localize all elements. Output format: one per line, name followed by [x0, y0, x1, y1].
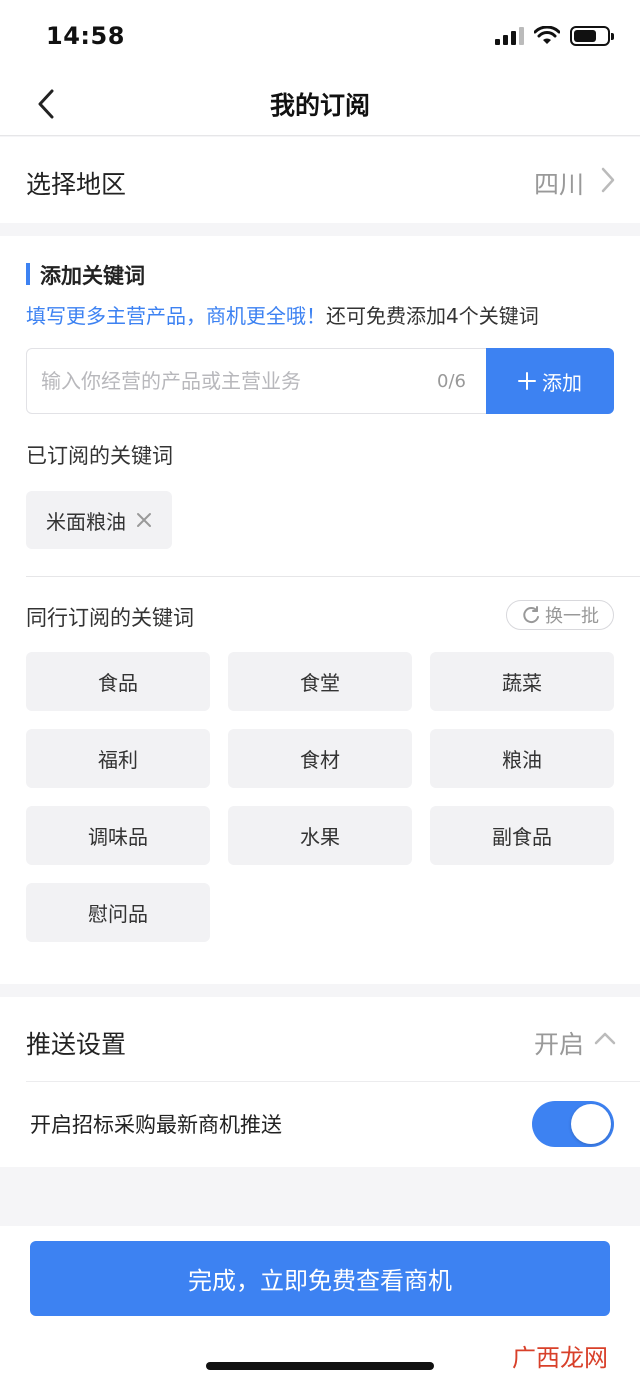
wifi-icon [534, 26, 560, 44]
add-keyword-button[interactable]: 添加 [486, 348, 614, 414]
chevron-up-icon[interactable] [594, 1031, 616, 1045]
refresh-button[interactable]: 换一批 [506, 600, 614, 630]
region-value: 四川 [533, 170, 584, 199]
peer-keywords-label: 同行订阅的关键词 [26, 606, 194, 630]
bottom-bar: 完成，立即免费查看商机 广西龙网 [0, 1226, 640, 1384]
keyword-chip[interactable]: 粮油 [430, 729, 614, 788]
push-toggle[interactable] [532, 1101, 614, 1147]
keyword-hint: 填写更多主营产品，商机更全哦！还可免费添加4个关键词 [26, 300, 539, 329]
keyword-chip[interactable]: 副食品 [430, 806, 614, 865]
section-title: 添加关键词 [26, 260, 145, 290]
divider [26, 1081, 640, 1082]
keyword-chip[interactable]: 食材 [228, 729, 412, 788]
keyword-chip[interactable]: 食品 [26, 652, 210, 711]
keyword-counter: 0/6 [437, 371, 466, 392]
push-item-label: 开启招标采购最新商机推送 [30, 1113, 282, 1137]
nav-bar: 我的订阅 [0, 72, 640, 136]
plus-icon [518, 372, 536, 390]
refresh-label: 换一批 [545, 606, 599, 627]
keyword-input[interactable] [27, 349, 427, 413]
region-selector[interactable]: 选择地区 四川 [0, 137, 640, 223]
page-title: 我的订阅 [269, 91, 370, 120]
subscribed-tag[interactable]: 米面粮油 [26, 491, 172, 549]
keyword-input-group: 0/6 添加 [26, 348, 614, 414]
divider [26, 576, 640, 577]
close-icon [137, 513, 151, 527]
refresh-icon [523, 606, 539, 624]
push-settings-label: 推送设置 [26, 1030, 127, 1059]
keyword-chip[interactable]: 福利 [26, 729, 210, 788]
chevron-right-icon [601, 167, 615, 193]
battery-icon [570, 26, 614, 46]
keyword-chip[interactable]: 水果 [228, 806, 412, 865]
toggle-knob [571, 1104, 611, 1144]
peer-keyword-grid: 食品 食堂 蔬菜 福利 食材 粮油 调味品 水果 副食品 慰问品 [26, 652, 614, 942]
status-time: 14:58 [46, 22, 125, 50]
add-button-label: 添加 [542, 370, 582, 395]
subscribed-tag-label: 米面粮油 [46, 509, 126, 534]
push-settings-section: 推送设置 开启 开启招标采购最新商机推送 [0, 997, 640, 1167]
keyword-chip[interactable]: 食堂 [228, 652, 412, 711]
keyword-chip[interactable]: 调味品 [26, 806, 210, 865]
remove-tag-button[interactable] [136, 512, 152, 528]
home-indicator [206, 1362, 434, 1370]
status-icons [495, 26, 614, 46]
done-button[interactable]: 完成，立即免费查看商机 [30, 1241, 610, 1316]
status-bar: 14:58 [0, 0, 640, 72]
subscribed-label: 已订阅的关键词 [26, 444, 173, 468]
push-status[interactable]: 开启 [534, 1025, 584, 1061]
watermark: 广西龙网 [512, 1344, 608, 1372]
region-label: 选择地区 [26, 170, 127, 199]
hint-dark-text: 还可免费添加4个关键词 [326, 304, 539, 328]
hint-blue-text: 填写更多主营产品，商机更全哦！ [26, 304, 326, 328]
keyword-chip[interactable]: 蔬菜 [430, 652, 614, 711]
keyword-section: 添加关键词 填写更多主营产品，商机更全哦！还可免费添加4个关键词 0/6 添加 … [0, 236, 640, 984]
keyword-chip[interactable]: 慰问品 [26, 883, 210, 942]
signal-icon [495, 27, 524, 45]
